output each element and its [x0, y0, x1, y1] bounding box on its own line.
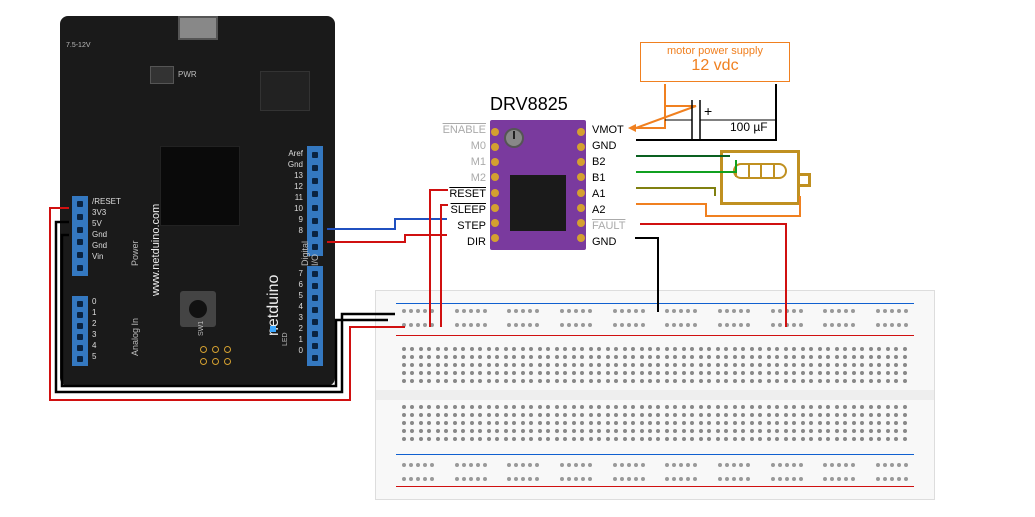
drv-pins-right [576, 120, 586, 250]
current-pot-icon [504, 128, 524, 148]
brand-url: www.netduino.com [150, 204, 162, 296]
dc-jack-label: 7.5-12V [66, 42, 91, 49]
capacitor-label: 100 µF [730, 120, 768, 134]
power-group-label: Power [130, 240, 140, 266]
status-led-icon [270, 326, 276, 332]
netduino-board: 7.5-12V PWR /RESET 3V3 5V Gnd Gnd Vin 0 … [60, 16, 335, 386]
drv8825-title: DRV8825 [490, 94, 568, 115]
drv8825-board [490, 120, 586, 250]
breadboard [375, 290, 935, 500]
icsp-header-icon [200, 346, 234, 368]
power-supply-box: motor power supply 12 vdc [640, 42, 790, 82]
usb-port-icon [178, 16, 218, 40]
psu-voltage: 12 vdc [643, 57, 787, 75]
power-pin-labels: /RESET 3V3 5V Gnd Gnd Vin [92, 196, 121, 262]
pwr-label: PWR [178, 70, 197, 79]
drv-labels-right: VMOT GND B2 B1 A1 A2 FAULT GND [592, 122, 625, 250]
header-digital-bot [307, 266, 323, 366]
analog-pin-labels: 0 1 2 3 4 5 [92, 296, 96, 362]
psu-label: motor power supply [643, 45, 787, 57]
drv-pins-left [490, 120, 500, 250]
sw-label: SW1 [198, 321, 205, 336]
header-power [72, 196, 88, 276]
drv-labels-left: ENABLE M0 M1 M2 RESET SLEEP STEP DIR [430, 122, 486, 250]
header-analog [72, 296, 88, 366]
digital-group-label: Digital I/O [300, 231, 320, 266]
cap-plus: + [704, 103, 712, 119]
aux-chip-icon [260, 71, 310, 111]
power-indicator [150, 66, 174, 84]
analog-group-label: Analog In [130, 318, 140, 356]
led-label: LED [282, 332, 289, 346]
digital-top-labels: Aref Gnd 13 12 11 10 9 8 [288, 148, 303, 236]
stepper-motor-icon [720, 150, 800, 205]
drv-chip-icon [510, 175, 566, 231]
mcu-chip-icon [160, 146, 240, 226]
digital-bot-labels: 7 6 5 4 3 2 1 0 [299, 268, 303, 356]
